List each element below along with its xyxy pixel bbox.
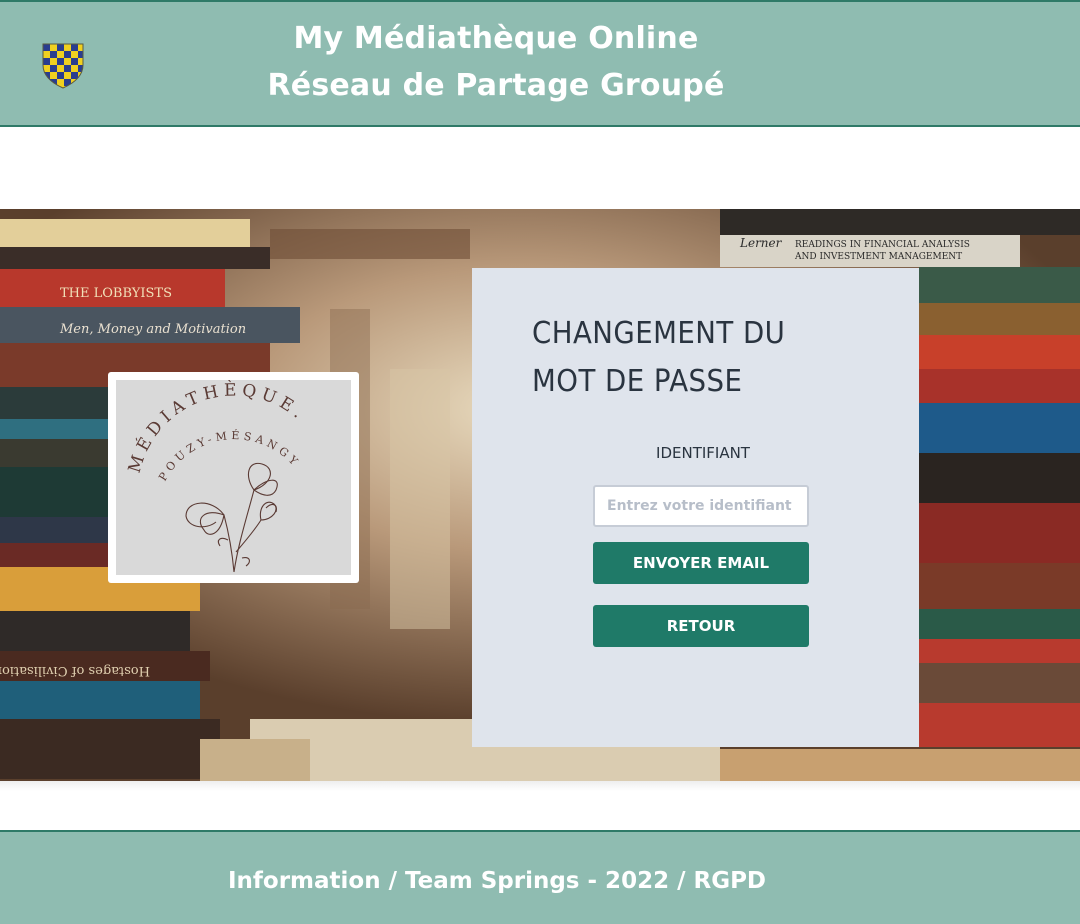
svg-text:POUZY-MÉSANGY: POUZY-MÉSANGY xyxy=(156,428,303,483)
identifier-input[interactable] xyxy=(593,485,809,527)
form-title: CHANGEMENT DU MOT DE PASSE xyxy=(532,310,863,406)
identifier-label: IDENTIFIANT xyxy=(656,444,750,462)
site-title: My Médiathèque Online xyxy=(293,21,699,56)
flower-icon xyxy=(185,462,278,573)
footer-links[interactable]: Information / Team Springs - 2022 / RGPD xyxy=(140,868,854,894)
svg-text:AND INVESTMENT MANAGEMENT: AND INVESTMENT MANAGEMENT xyxy=(794,252,962,262)
password-change-panel: CHANGEMENT DU MOT DE PASSE IDENTIFIANT E… xyxy=(472,268,919,747)
library-logo: MÉDIATHÈQUE. POUZY-MÉSANGY xyxy=(125,379,311,573)
svg-text:Lerner: Lerner xyxy=(739,236,783,250)
back-button[interactable]: RETOUR xyxy=(593,605,809,647)
send-email-button[interactable]: ENVOYER EMAIL xyxy=(593,542,809,584)
form-title-line1: CHANGEMENT DU xyxy=(532,316,786,351)
site-footer: Information / Team Springs - 2022 / RGPD xyxy=(0,830,1080,924)
hero-bottom-shadow xyxy=(0,781,1080,791)
svg-text:THE LOBBYISTS: THE LOBBYISTS xyxy=(60,286,172,301)
svg-text:READINGS IN FINANCIAL ANALYSIS: READINGS IN FINANCIAL ANALYSIS xyxy=(795,240,970,250)
svg-text:Hostages of Civilisation: Hostages of Civilisation xyxy=(0,663,150,678)
library-logo-card: MÉDIATHÈQUE. POUZY-MÉSANGY xyxy=(108,372,359,583)
coat-of-arms-icon xyxy=(42,43,84,89)
form-title-line2: MOT DE PASSE xyxy=(532,364,743,399)
logo-text-bottom: POUZY-MÉSANGY xyxy=(156,428,299,483)
site-subtitle: Réseau de Partage Groupé xyxy=(267,68,725,103)
svg-text:Men, Money and Motivation: Men, Money and Motivation xyxy=(59,322,246,337)
logo-text-top: MÉDIATHÈQUE. xyxy=(125,379,306,475)
svg-text:MÉDIATHÈQUE.: MÉDIATHÈQUE. xyxy=(125,380,311,475)
site-header: My Médiathèque Online Réseau de Partage … xyxy=(0,0,1080,127)
